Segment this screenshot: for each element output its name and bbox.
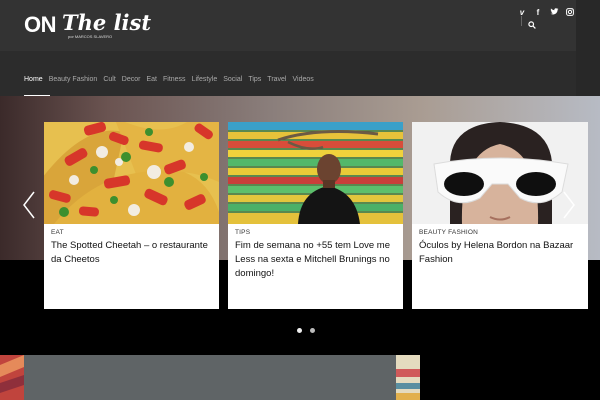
logo-on-text: ON	[24, 12, 57, 37]
nav-item-travel[interactable]: Travel	[267, 74, 286, 86]
nav-item-eat[interactable]: Eat	[146, 74, 157, 86]
slider-next-chevron-icon[interactable]	[562, 190, 576, 220]
slider-dot-2[interactable]	[310, 328, 315, 333]
header-divider	[521, 16, 522, 26]
post-title[interactable]: Óculos by Helena Bordon na Bazaar Fashio…	[419, 239, 584, 267]
sidebar-area	[420, 355, 600, 400]
logo-the-list-text: The list	[62, 10, 152, 35]
search-icon[interactable]	[528, 16, 538, 29]
slider-dot-1[interactable]	[297, 328, 302, 333]
slider-pagination	[297, 328, 315, 333]
nav-item-cult[interactable]: Cult	[103, 74, 115, 86]
nav-item-social[interactable]: Social	[223, 74, 242, 86]
instagram-icon[interactable]	[565, 8, 575, 18]
post-title[interactable]: Fim de semana no +55 tem Love me Less na…	[235, 239, 400, 281]
nav-item-lifestyle[interactable]: Lifestyle	[192, 74, 218, 86]
nav-item-home[interactable]: Home	[24, 74, 43, 86]
nav-item-beauty-fashion[interactable]: Beauty Fashion	[49, 74, 98, 86]
featured-banner-pattern-left	[0, 355, 24, 400]
post-category[interactable]: TIPS	[235, 229, 250, 236]
slider-prev-chevron-icon[interactable]	[22, 190, 36, 220]
vimeo-icon[interactable]: v	[517, 8, 527, 18]
post-image-cheetos-tacos[interactable]	[44, 122, 219, 224]
nav-item-videos[interactable]: Videos	[293, 74, 314, 86]
post-card-tips[interactable]: TIPS Fim de semana no +55 tem Love me Le…	[228, 122, 403, 309]
post-title[interactable]: The Spotted Cheetah – o restaurante da C…	[51, 239, 216, 267]
post-category[interactable]: BEAUTY FASHION	[419, 229, 478, 236]
twitter-icon[interactable]	[549, 8, 559, 18]
nav-item-decor[interactable]: Decor	[122, 74, 141, 86]
main-nav: Home Beauty Fashion Cult Decor Eat Fitne…	[24, 74, 320, 86]
nav-item-tips[interactable]: Tips	[248, 74, 261, 86]
featured-banner[interactable]	[0, 355, 420, 400]
logo-byline: por MARCOS SLAVERO	[68, 34, 113, 39]
post-category[interactable]: EAT	[51, 229, 64, 236]
featured-banner-pattern-right	[396, 355, 420, 400]
nav-item-fitness[interactable]: Fitness	[163, 74, 186, 86]
post-image-artist-portrait[interactable]	[228, 122, 403, 224]
post-card-eat[interactable]: EAT The Spotted Cheetah – o restaurante …	[44, 122, 219, 309]
